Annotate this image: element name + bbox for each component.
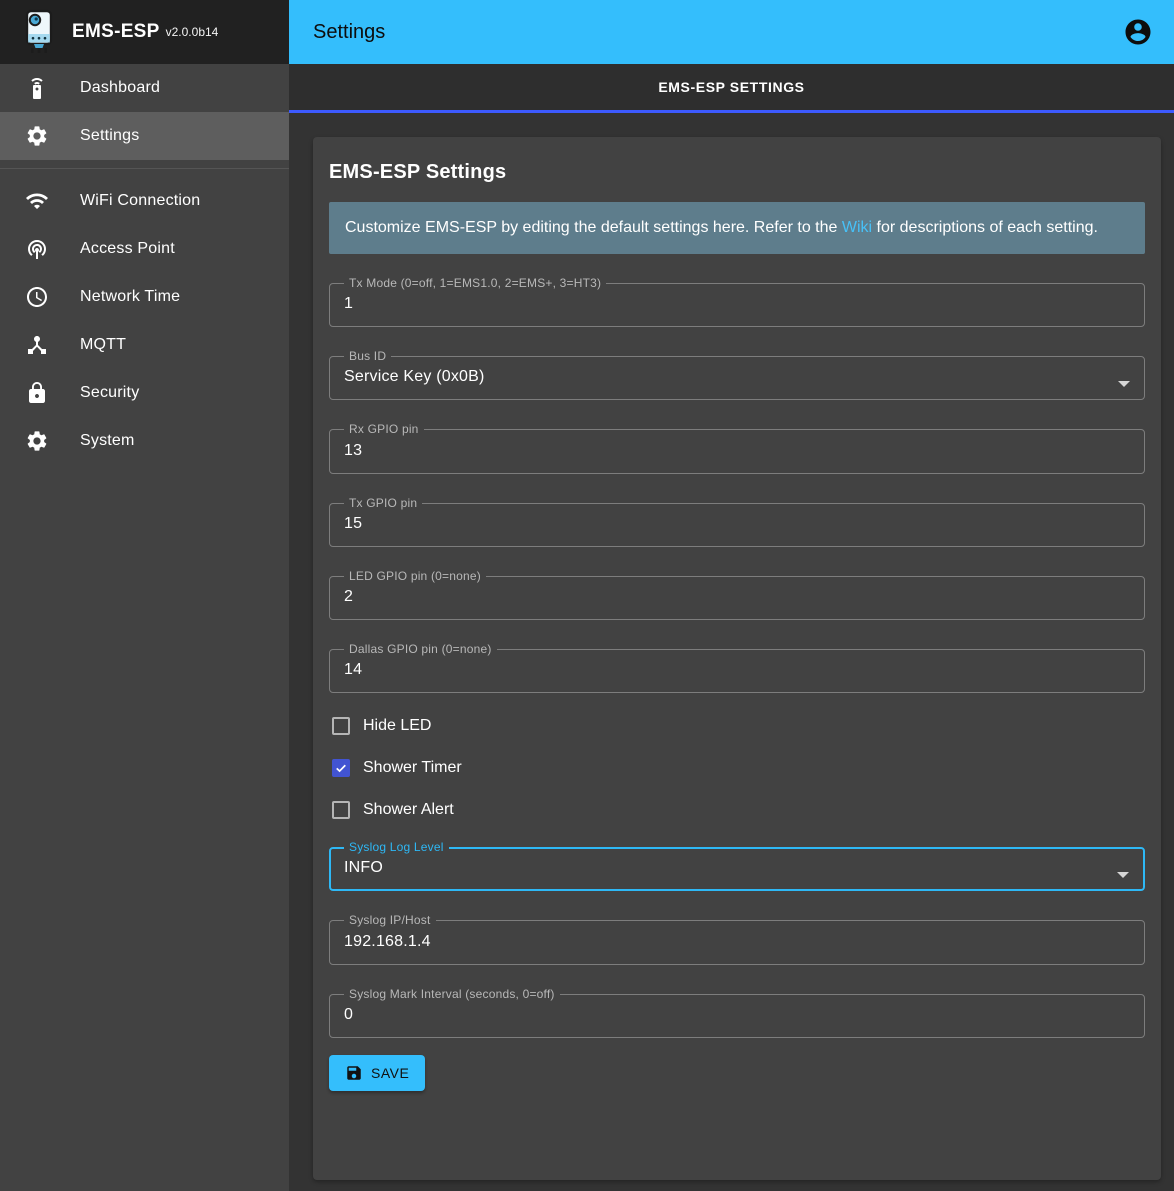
save-button-label: SAVE [371, 1065, 409, 1081]
field-label: Syslog Mark Interval (seconds, 0=off) [344, 988, 560, 1001]
checkbox-icon [332, 801, 350, 819]
sidebar-item-label: System [80, 432, 135, 450]
sidebar-item-mqtt[interactable]: MQTT [0, 321, 289, 369]
syslog-mark-interval-field[interactable]: Syslog Mark Interval (seconds, 0=off) 0 [329, 988, 1145, 1038]
checkbox-group: Hide LED Shower Timer Shower Alert [329, 705, 1145, 831]
tx-mode-field[interactable]: Tx Mode (0=off, 1=EMS1.0, 2=EMS+, 3=HT3)… [329, 277, 1145, 327]
field-value: 2 [344, 583, 1130, 606]
syslog-host-field[interactable]: Syslog IP/Host 192.168.1.4 [329, 914, 1145, 964]
sidebar-item-system[interactable]: System [0, 417, 289, 465]
sidebar-item-settings[interactable]: Settings [0, 112, 289, 160]
sidebar-item-access-point[interactable]: Access Point [0, 225, 289, 273]
bus-id-select[interactable]: Bus ID Service Key (0x0B) [329, 350, 1145, 400]
gear-icon [25, 429, 49, 453]
page-title: Settings [313, 21, 1123, 44]
field-label: Tx GPIO pin [344, 497, 422, 510]
sidebar-divider [0, 168, 289, 169]
info-text: Customize EMS-ESP by editing the default… [345, 219, 842, 236]
field-label: Syslog Log Level [344, 841, 449, 854]
field-value: 192.168.1.4 [344, 928, 1130, 951]
info-text: for descriptions of each setting. [872, 219, 1098, 236]
field-label: Syslog IP/Host [344, 914, 436, 927]
rx-gpio-field[interactable]: Rx GPIO pin 13 [329, 423, 1145, 473]
settings-card: EMS-ESP Settings Customize EMS-ESP by ed… [313, 137, 1161, 1180]
dallas-gpio-field[interactable]: Dallas GPIO pin (0=none) 14 [329, 643, 1145, 693]
hide-led-checkbox[interactable]: Hide LED [329, 705, 1145, 747]
save-button[interactable]: SAVE [329, 1055, 425, 1091]
info-banner: Customize EMS-ESP by editing the default… [329, 202, 1145, 254]
sidebar-item-dashboard[interactable]: Dashboard [0, 64, 289, 112]
led-gpio-field[interactable]: LED GPIO pin (0=none) 2 [329, 570, 1145, 620]
wiki-link[interactable]: Wiki [842, 219, 872, 236]
shower-alert-checkbox[interactable]: Shower Alert [329, 789, 1145, 831]
field-value: 13 [344, 437, 1130, 460]
lock-icon [25, 381, 49, 405]
tab-bar: EMS-ESP SETTINGS [289, 64, 1174, 110]
sidebar-item-network-time[interactable]: Network Time [0, 273, 289, 321]
sidebar-item-label: Dashboard [80, 79, 160, 97]
tab-ems-esp-settings[interactable]: EMS-ESP SETTINGS [289, 64, 1174, 110]
sidebar-item-wifi-connection[interactable]: WiFi Connection [0, 177, 289, 225]
sidebar: EMS-ESP v2.0.0b14 Dashboard Settings WiF… [0, 0, 289, 1191]
device-hub-icon [25, 333, 49, 357]
tx-gpio-field[interactable]: Tx GPIO pin 15 [329, 497, 1145, 547]
checkbox-label: Hide LED [363, 717, 431, 735]
field-value: Service Key (0x0B) [344, 363, 1130, 386]
field-label: Tx Mode (0=off, 1=EMS1.0, 2=EMS+, 3=HT3) [344, 277, 606, 290]
appbar: Settings [289, 0, 1174, 64]
sidebar-item-security[interactable]: Security [0, 369, 289, 417]
field-value: 14 [344, 656, 1130, 679]
sidebar-item-label: Security [80, 384, 139, 402]
card-heading: EMS-ESP Settings [329, 153, 1145, 184]
brand-version: v2.0.0b14 [166, 25, 219, 39]
field-value: 15 [344, 510, 1130, 533]
brand-name: EMS-ESP [72, 21, 160, 43]
wifi-tethering-icon [25, 237, 49, 261]
checkbox-icon [332, 717, 350, 735]
sidebar-item-label: Access Point [80, 240, 175, 258]
field-value: 0 [344, 1001, 1130, 1024]
save-icon [345, 1064, 363, 1082]
field-label: Dallas GPIO pin (0=none) [344, 643, 497, 656]
account-button[interactable] [1123, 17, 1153, 47]
main-area: Settings EMS-ESP SETTINGS EMS-ESP Settin… [289, 0, 1174, 1191]
sidebar-item-label: WiFi Connection [80, 192, 200, 210]
chevron-down-icon [1117, 872, 1129, 878]
sidebar-header: EMS-ESP v2.0.0b14 [0, 0, 289, 64]
syslog-level-select[interactable]: Syslog Log Level INFO [329, 841, 1145, 891]
field-label: LED GPIO pin (0=none) [344, 570, 486, 583]
gear-icon [25, 124, 49, 148]
chevron-down-icon [1118, 381, 1130, 387]
remote-icon [25, 76, 49, 100]
shower-timer-checkbox[interactable]: Shower Timer [329, 747, 1145, 789]
boiler-logo-icon [18, 8, 60, 56]
sidebar-item-label: MQTT [80, 336, 126, 354]
checkbox-label: Shower Timer [363, 759, 462, 777]
wifi-icon [25, 189, 49, 213]
field-value: 1 [344, 290, 1130, 313]
field-label: Bus ID [344, 350, 391, 363]
sidebar-item-label: Settings [80, 127, 139, 145]
sidebar-item-label: Network Time [80, 288, 180, 306]
clock-icon [25, 285, 49, 309]
field-label: Rx GPIO pin [344, 423, 424, 436]
checkbox-checked-icon [332, 759, 350, 777]
account-circle-icon [1123, 17, 1153, 47]
field-value: INFO [344, 854, 1130, 877]
checkbox-label: Shower Alert [363, 801, 454, 819]
content-area: EMS-ESP Settings Customize EMS-ESP by ed… [289, 113, 1174, 1191]
